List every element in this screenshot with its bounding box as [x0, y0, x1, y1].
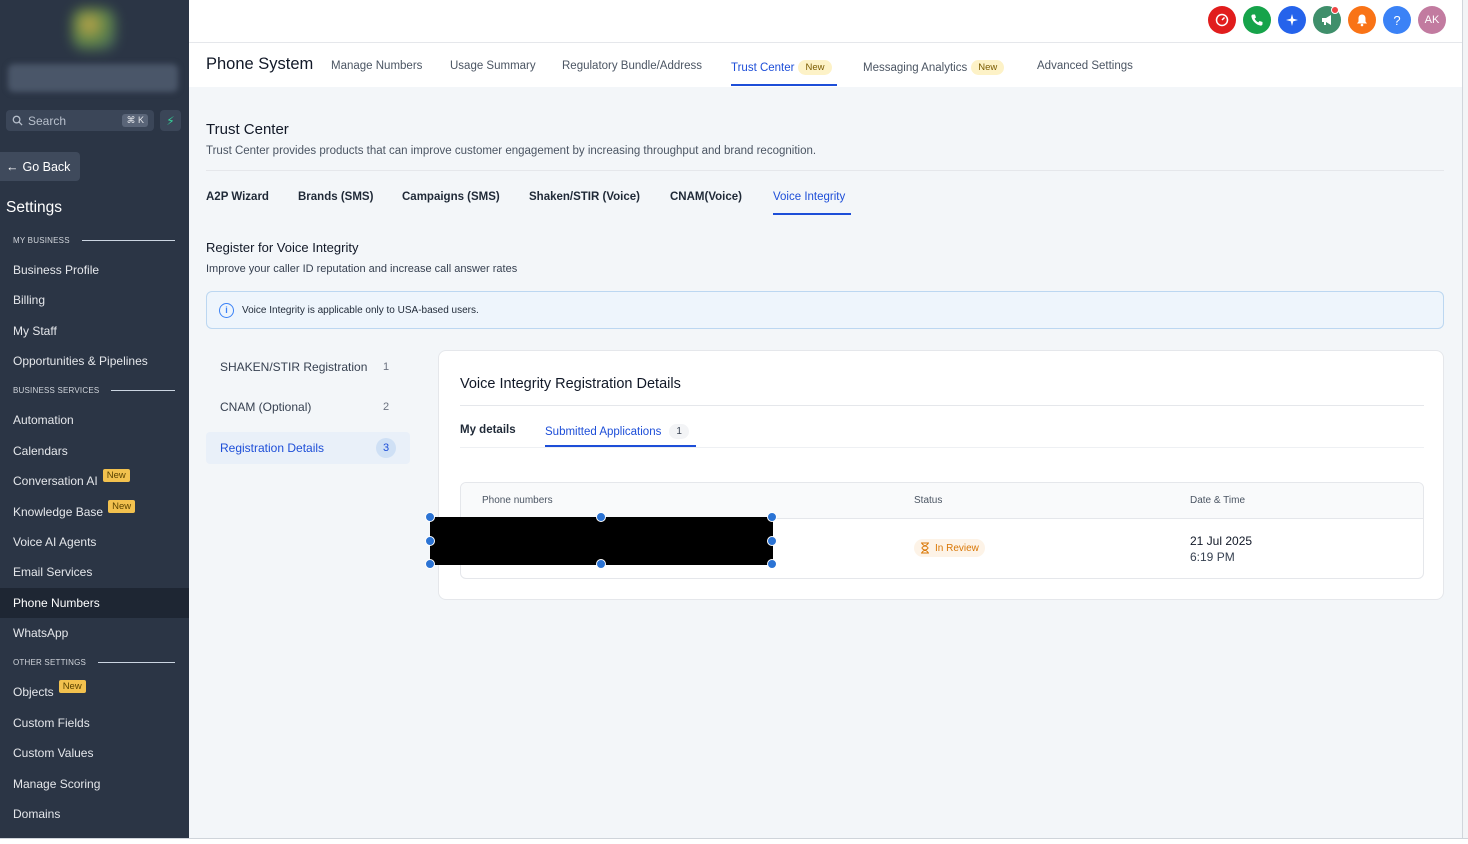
tab-brands-sms[interactable]: Brands (SMS): [298, 191, 373, 203]
topbar-divider: [189, 42, 1462, 43]
resize-handle[interactable]: [596, 559, 606, 569]
page-title: Phone System: [206, 55, 314, 73]
new-badge: New: [102, 468, 130, 482]
submission-date: 21 Jul 2025: [1190, 534, 1253, 548]
sidebar: Search ⌘ K ⚡ ← Go Back Settings MY BUSIN…: [0, 0, 189, 838]
tab-submitted-applications[interactable]: Submitted Applications 1: [545, 424, 689, 439]
quick-action-button[interactable]: ⚡: [160, 110, 181, 131]
window-edge: [1462, 0, 1468, 838]
sidebar-item-custom-fields[interactable]: Custom Fields: [0, 708, 189, 738]
submission-time: 6:19 PM: [1190, 550, 1235, 564]
topbar-actions: ? AK: [1208, 6, 1446, 34]
resize-handle[interactable]: [596, 512, 606, 522]
avatar[interactable]: AK: [1418, 6, 1446, 34]
resize-handle[interactable]: [425, 512, 435, 522]
new-badge: New: [971, 60, 1005, 75]
resize-handle[interactable]: [425, 536, 435, 546]
sparkle-icon[interactable]: [1278, 6, 1306, 34]
column-phone-numbers: Phone numbers: [482, 495, 553, 506]
tab-a2p-wizard[interactable]: A2P Wizard: [206, 191, 269, 203]
sidebar-item-email-services[interactable]: Email Services: [0, 557, 189, 587]
trust-center-description: Trust Center provides products that can …: [206, 145, 817, 157]
tab-cnam-voice[interactable]: CNAM(Voice): [670, 191, 742, 203]
bell-icon[interactable]: [1348, 6, 1376, 34]
search-input[interactable]: Search ⌘ K: [6, 110, 154, 131]
tab-usage-summary[interactable]: Usage Summary: [450, 60, 536, 72]
tab-voice-integrity[interactable]: Voice Integrity: [773, 191, 845, 203]
search-icon: [12, 115, 23, 126]
speedometer-icon[interactable]: [1208, 6, 1236, 34]
new-badge: New: [108, 499, 136, 513]
info-banner: i Voice Integrity is applicable only to …: [206, 291, 1444, 329]
resize-handle[interactable]: [767, 536, 777, 546]
resize-handle[interactable]: [767, 512, 777, 522]
sidebar-item-custom-values[interactable]: Custom Values: [0, 738, 189, 768]
help-icon[interactable]: ?: [1383, 6, 1411, 34]
new-badge: New: [798, 60, 832, 75]
sidebar-item-my-staff[interactable]: My Staff: [0, 316, 189, 346]
section-business-services: BUSINESS SERVICES: [13, 386, 175, 395]
company-logo[interactable]: [72, 8, 116, 50]
hourglass-icon: [921, 542, 929, 554]
divider: [206, 170, 1444, 171]
sidebar-item-objects[interactable]: Objects New: [0, 677, 189, 707]
section-description: Improve your caller ID reputation and in…: [206, 263, 518, 275]
sidebar-item-automation[interactable]: Automation: [0, 405, 189, 435]
sidebar-item-opportunities[interactable]: Opportunities & Pipelines: [0, 346, 189, 376]
search-shortcut: ⌘ K: [122, 114, 148, 127]
sidebar-item-whatsapp[interactable]: WhatsApp: [0, 618, 189, 648]
sidebar-item-knowledge-base[interactable]: Knowledge Base New: [0, 497, 189, 527]
count-badge: 1: [669, 424, 689, 439]
info-text: Voice Integrity is applicable only to US…: [242, 304, 479, 316]
tab-advanced-settings[interactable]: Advanced Settings: [1037, 60, 1133, 72]
new-badge: New: [58, 679, 86, 693]
search-placeholder: Search: [28, 113, 67, 128]
tab-manage-numbers[interactable]: Manage Numbers: [331, 60, 422, 72]
step-cnam[interactable]: CNAM (Optional) 2: [206, 391, 410, 423]
section-my-business: MY BUSINESS: [13, 236, 175, 245]
status-badge: In Review: [914, 539, 985, 557]
section-other-settings: OTHER SETTINGS: [13, 658, 175, 667]
tab-regulatory-bundle[interactable]: Regulatory Bundle/Address: [562, 60, 702, 72]
divider: [460, 405, 1424, 406]
go-back-button[interactable]: ← Go Back: [0, 152, 80, 181]
active-subtab-indicator: [773, 213, 851, 215]
sidebar-item-conversation-ai[interactable]: Conversation AI New: [0, 466, 189, 496]
phone-icon[interactable]: [1243, 6, 1271, 34]
active-tab-indicator: [731, 84, 837, 86]
tab-my-details[interactable]: My details: [460, 424, 516, 436]
resize-handle[interactable]: [767, 559, 777, 569]
notification-dot: [1331, 6, 1339, 14]
tab-shaken-stir-voice[interactable]: Shaken/STIR (Voice): [529, 191, 640, 203]
trust-center-title: Trust Center: [206, 121, 289, 138]
sidebar-item-billing[interactable]: Billing: [0, 285, 189, 315]
bolt-icon: ⚡: [166, 113, 175, 128]
section-title: Register for Voice Integrity: [206, 240, 359, 255]
megaphone-icon[interactable]: [1313, 6, 1341, 34]
sidebar-item-manage-scoring[interactable]: Manage Scoring: [0, 769, 189, 799]
sidebar-item-calendars[interactable]: Calendars: [0, 436, 189, 466]
sidebar-item-voice-ai-agents[interactable]: Voice AI Agents: [0, 527, 189, 557]
resize-handle[interactable]: [425, 559, 435, 569]
window-bottom-edge: [0, 838, 1468, 844]
tab-trust-center[interactable]: Trust Center New: [731, 60, 832, 75]
go-back-label: Go Back: [22, 159, 71, 174]
arrow-left-icon: ←: [6, 159, 19, 174]
settings-title: Settings: [6, 199, 63, 216]
column-status: Status: [914, 495, 943, 506]
sidebar-item-business-profile[interactable]: Business Profile: [0, 255, 189, 285]
step-registration-details[interactable]: Registration Details 3: [206, 432, 410, 464]
redaction-box[interactable]: [430, 517, 773, 565]
account-switcher[interactable]: [8, 64, 178, 92]
tab-messaging-analytics[interactable]: Messaging Analytics New: [863, 60, 1005, 75]
step-shaken-stir[interactable]: SHAKEN/STIR Registration 1: [206, 351, 410, 383]
sidebar-item-domains[interactable]: Domains: [0, 799, 189, 829]
sidebar-item-phone-numbers[interactable]: Phone Numbers: [0, 588, 189, 618]
tab-campaigns-sms[interactable]: Campaigns (SMS): [402, 191, 500, 203]
column-date-time: Date & Time: [1190, 495, 1246, 506]
card-title: Voice Integrity Registration Details: [460, 376, 681, 392]
info-icon: i: [219, 302, 234, 318]
divider: [460, 447, 1424, 448]
